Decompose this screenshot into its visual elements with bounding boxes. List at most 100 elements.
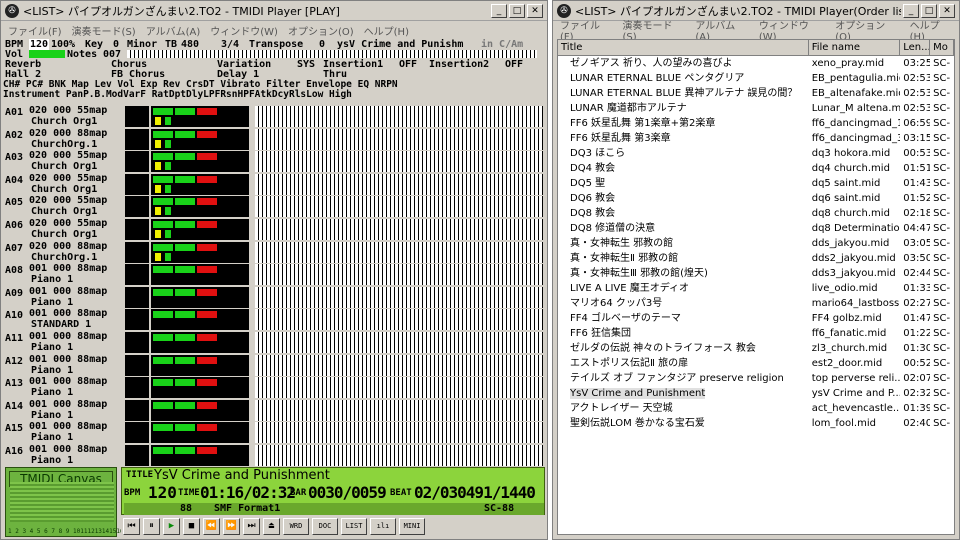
list-item[interactable]: LIVE A LIVE 魔王オディオ live_odio.mid 01:33 SC-: [558, 281, 954, 296]
item-title: DQ8 修道僧の決意: [570, 223, 656, 234]
close-button[interactable]: ✕: [527, 3, 543, 18]
column-mode[interactable]: Mo: [930, 40, 954, 55]
play-button[interactable]: ▶: [163, 517, 180, 535]
list-button[interactable]: LIST: [341, 517, 367, 535]
channel-row[interactable]: A03 020 000 55map Church Org1: [3, 150, 545, 174]
item-title: 真・女神転生Ⅲ 邪教の館(煌天): [570, 268, 708, 279]
item-title: FF6 狂信集団: [570, 328, 632, 339]
order-list[interactable]: Title File name Len... Mo ゼノギアス 祈り、人の望みの…: [557, 39, 955, 535]
list-item[interactable]: ゼノギアス 祈り、人の望みの喜びよ xeno_pray.mid 03:25 SC-: [558, 56, 954, 71]
minimize-button[interactable]: _: [903, 3, 919, 18]
list-item[interactable]: 真・女神転生Ⅲ 邪教の館(煌天) dds3_jakyou.mid 02:44 SC-: [558, 266, 954, 281]
channel-row[interactable]: A05 020 000 55map Church Org1: [3, 195, 545, 219]
item-filename: act_hevencastle...: [811, 403, 901, 414]
minimize-button[interactable]: _: [491, 3, 507, 18]
transpose-label: Transpose: [249, 39, 304, 50]
player-titlebar[interactable]: ✇ <LIST> パイプオルガンざんまい2.TO2 - TMIDI Player…: [1, 1, 547, 21]
maximize-button[interactable]: □: [921, 3, 937, 18]
prev-button[interactable]: ⏮: [123, 517, 140, 535]
close-button[interactable]: ✕: [939, 3, 955, 18]
channel-instrument: ChurchOrg.1: [31, 251, 98, 263]
list-item[interactable]: 真・女神転生 邪教の館 dds_jakyou.mid 03:05 SC-: [558, 236, 954, 251]
list-item[interactable]: DQ3 ほこら dq3 hokora.mid 00:53 SC-: [558, 146, 954, 161]
menu-album[interactable]: アルバム(A): [141, 23, 206, 38]
list-item[interactable]: YsV Crime and Punishment ysV Crime and P.…: [558, 386, 954, 401]
channel-row[interactable]: A12 001 000 88map Piano 1: [3, 353, 545, 377]
pause-button[interactable]: ⏸: [143, 517, 160, 535]
list-item[interactable]: アクトレイザー 天空城 act_hevencastle... 01:39 SC-: [558, 401, 954, 416]
channel-row[interactable]: A01 020 000 55map Church Org1: [3, 105, 545, 128]
menu-options[interactable]: オプション(O): [283, 23, 359, 38]
level-meter: [125, 173, 149, 195]
channel-row[interactable]: A08 001 000 88map Piano 1: [3, 263, 545, 287]
eject-button[interactable]: ⏏: [263, 517, 280, 535]
list-item[interactable]: DQ6 教会 dq6 saint.mid 01:52 SC-: [558, 191, 954, 206]
list-item[interactable]: DQ4 教会 dq4 church.mid 01:51 SC-: [558, 161, 954, 176]
lcd-title-label: TITLE: [126, 470, 154, 480]
item-length: 02:44: [903, 268, 931, 279]
insertion2-value: OFF: [505, 59, 524, 70]
channel-row[interactable]: A04 020 000 55map Church Org1: [3, 172, 545, 196]
list-item[interactable]: FF6 狂信集団 ff6_fanatic.mid 01:22 SC-: [558, 326, 954, 341]
list-item[interactable]: エストポリス伝記Ⅱ 旅の扉 est2_door.mid 00:52 SC-: [558, 356, 954, 371]
item-mode: SC-: [933, 343, 951, 354]
channel-number: A05: [5, 197, 24, 209]
item-filename: ff6_fanatic.mid: [811, 328, 887, 339]
list-item[interactable]: FF6 妖星乱舞 第1楽章+第2楽章 ff6_dancingmad_1...06:…: [558, 116, 954, 131]
channel-row[interactable]: A14 001 000 88map Piano 1: [3, 398, 545, 422]
channel-row[interactable]: A15 001 000 88map Piano 1: [3, 421, 545, 445]
next-button[interactable]: ⏭: [243, 517, 260, 535]
list-item[interactable]: マリオ64 クッパ3号 mario64_lastboss... 02:27 SC-: [558, 296, 954, 311]
level-meter: [125, 219, 149, 240]
item-filename: top perverse reli...: [811, 373, 901, 384]
item-title: エストポリス伝記Ⅱ 旅の扉: [570, 358, 689, 369]
list-item[interactable]: 聖剣伝説LOM 巻かなる宝石爱 lom_fool.mid 02:40 SC-: [558, 416, 954, 431]
list-item[interactable]: FF4 ゴルベーザのテーマ FF4 golbz.mid 01:47 SC-: [558, 311, 954, 326]
column-length[interactable]: Len...: [900, 40, 931, 55]
list-item[interactable]: DQ8 修道僧の決意 dq8 Determinatio... 04:47 SC-: [558, 221, 954, 236]
rewind-button[interactable]: ⏪: [203, 517, 220, 535]
channel-bank: 001 000 88map: [29, 285, 108, 297]
level-meter: [125, 354, 149, 376]
item-length: 02:53: [903, 103, 931, 114]
app-icon[interactable]: ✇: [5, 3, 19, 18]
tmidi-canvas[interactable]: TMIDI Canvas 1 2 3 4 5 6 7 8 9 101112131…: [5, 467, 124, 537]
channel-row[interactable]: A07 020 000 88map ChurchOrg.1: [3, 240, 545, 264]
menu-playmode[interactable]: 演奏モード(S): [67, 23, 141, 38]
item-filename: dq8 church.mid: [811, 208, 890, 219]
list-item[interactable]: LUNAR 魔道都市アルテナ Lunar_M altena.m...02:53SC…: [558, 101, 954, 116]
menu-file[interactable]: ファイル(F): [3, 23, 67, 38]
list-item[interactable]: DQ5 聖 dq5 saint.mid 01:43 SC-: [558, 176, 954, 191]
column-filename[interactable]: File name: [809, 40, 901, 55]
menu-window[interactable]: ウィンドウ(W): [205, 23, 283, 38]
channel-row[interactable]: A09 001 000 88map Piano 1: [3, 285, 545, 309]
maximize-button[interactable]: □: [509, 3, 525, 18]
list-item[interactable]: FF6 妖星乱舞 第3楽章 ff6_dancingmad_3...03:15SC-: [558, 131, 954, 146]
item-filename: live_odio.mid: [811, 283, 878, 294]
channel-number: A15: [5, 423, 24, 435]
spectrum-button[interactable]: ılı: [370, 517, 396, 535]
forward-button[interactable]: ⏩: [223, 517, 240, 535]
app-icon[interactable]: ✇: [557, 3, 571, 18]
wrd-button[interactable]: WRD: [283, 517, 309, 535]
list-item[interactable]: LUNAR ETERNAL BLUE 異神アルテナ 誤見の間？ EB_altena…: [558, 86, 954, 101]
channel-row[interactable]: A02 020 000 88map ChurchOrg.1: [3, 127, 545, 151]
doc-button[interactable]: DOC: [312, 517, 338, 535]
list-item[interactable]: 真・女神転生Ⅱ 邪教の館 dds2_jakyou.mid 03:50 SC-: [558, 251, 954, 266]
item-mode: SC-: [933, 238, 951, 249]
channel-row[interactable]: A11 001 000 88map Piano 1: [3, 331, 545, 354]
list-item[interactable]: ゼルダの伝説 神々のトライフォース 教会 zl3_church.mid 01:30 S…: [558, 341, 954, 356]
list-item[interactable]: テイルズ オブ ファンタジア preserve religion top perv…: [558, 371, 954, 386]
channel-row[interactable]: A10 001 000 88map STANDARD 1: [3, 308, 545, 332]
stop-button[interactable]: ■: [183, 517, 200, 535]
menu-help[interactable]: ヘルプ(H): [359, 23, 414, 38]
channel-row[interactable]: A16 001 000 88map Piano 1: [3, 444, 545, 467]
lcd-time: 01:16/02:32: [200, 483, 296, 502]
item-length: 02:53: [903, 88, 931, 99]
list-item[interactable]: LUNAR ETERNAL BLUE ペンタグリア EB_pentagulia.m…: [558, 71, 954, 86]
channel-row[interactable]: A06 020 000 55map Church Org1: [3, 218, 545, 241]
list-item[interactable]: DQ8 教会 dq8 church.mid 02:18 SC-: [558, 206, 954, 221]
channel-row[interactable]: A13 001 000 88map Piano 1: [3, 376, 545, 400]
column-title[interactable]: Title: [558, 40, 809, 55]
mini-button[interactable]: MINI: [399, 517, 425, 535]
